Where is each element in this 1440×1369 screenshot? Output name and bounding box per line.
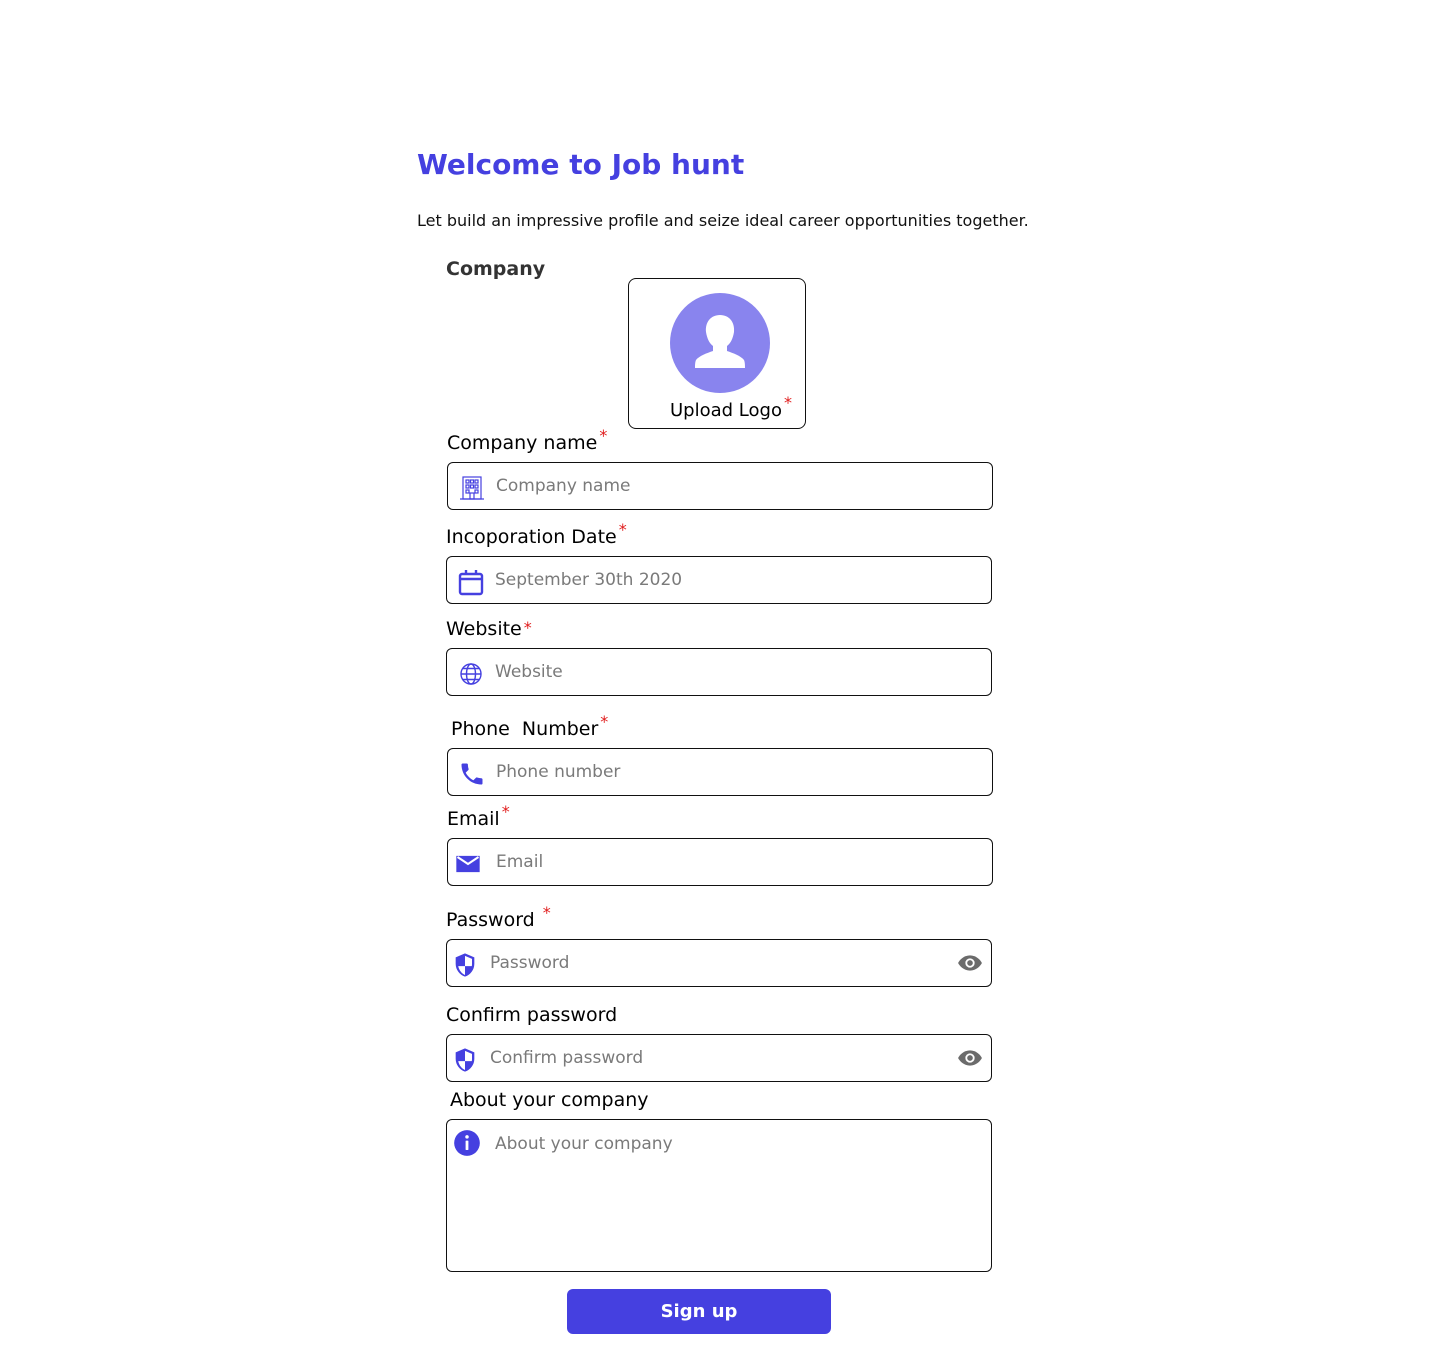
confirm-password-field[interactable] [446, 1034, 992, 1082]
building-icon [458, 474, 486, 502]
password-input[interactable] [490, 953, 950, 973]
show-password-eye-icon[interactable] [957, 952, 983, 974]
company-name-label: Company name * [447, 426, 608, 454]
website-label: Website * [446, 618, 532, 640]
required-mark: * [600, 712, 609, 731]
phone-number-input[interactable] [496, 762, 976, 782]
phone-number-field[interactable] [447, 748, 993, 796]
email-label: Email * [447, 802, 510, 830]
required-mark: * [618, 520, 627, 539]
email-field[interactable] [447, 838, 993, 886]
required-mark: * [523, 618, 532, 637]
globe-icon [457, 660, 485, 688]
phone-icon [458, 760, 486, 788]
confirm-password-input[interactable] [490, 1048, 950, 1068]
upload-logo-label: Upload Logo * [670, 393, 792, 421]
website-input[interactable] [495, 662, 975, 682]
required-mark: * [542, 903, 551, 922]
incorporation-date-input[interactable] [495, 570, 975, 590]
company-name-input[interactable] [496, 476, 976, 496]
shield-icon [451, 951, 479, 979]
email-input[interactable] [496, 852, 976, 872]
about-company-field[interactable] [446, 1119, 992, 1272]
confirm-password-label: Confirm password [446, 1004, 618, 1026]
page-subtitle: Let build an impressive profile and seiz… [417, 211, 1029, 230]
info-icon [453, 1129, 481, 1157]
shield-icon [451, 1046, 479, 1074]
required-mark: * [599, 426, 608, 445]
required-mark: * [501, 802, 510, 821]
website-field[interactable] [446, 648, 992, 696]
section-title: Company [446, 258, 546, 280]
incorporation-date-label: Incoporation Date * [446, 520, 627, 548]
about-company-textarea[interactable] [495, 1134, 975, 1259]
password-label: Password * [446, 903, 551, 931]
avatar-placeholder-icon [670, 293, 770, 393]
show-confirm-password-eye-icon[interactable] [957, 1047, 983, 1069]
sign-up-button[interactable]: Sign up [567, 1289, 831, 1334]
password-field[interactable] [446, 939, 992, 987]
required-mark: * [783, 393, 792, 412]
calendar-icon [457, 568, 485, 596]
about-company-label: About your company [450, 1089, 649, 1111]
page-title: Welcome to Job hunt [417, 148, 745, 181]
upload-logo-button[interactable]: Upload Logo * [628, 278, 806, 429]
mail-icon [454, 850, 482, 878]
company-name-field[interactable] [447, 462, 993, 510]
phone-number-label: Phone Number * [451, 712, 609, 740]
incorporation-date-field[interactable] [446, 556, 992, 604]
